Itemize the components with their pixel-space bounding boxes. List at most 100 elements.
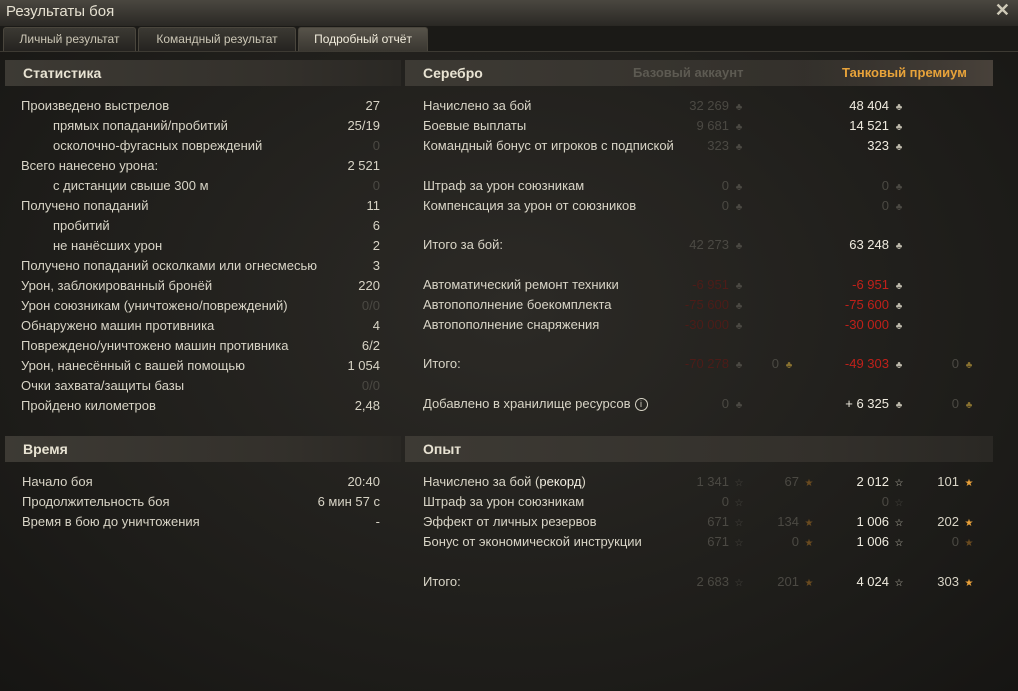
credits-icon: ♣: [735, 281, 743, 292]
silver-base-value: 32 269 ♣: [635, 96, 745, 118]
silver-prem-value: -75 600 ♣: [795, 295, 905, 317]
stats-value: 1 054: [347, 358, 380, 373]
credits-icon: ♣: [735, 202, 743, 213]
silver-base-value: -30 000 ♣: [635, 315, 745, 337]
tab-team-result[interactable]: Командный результат: [138, 27, 296, 51]
xp-row-total: Итого: 2 683 ☆ 201 ★ 4 024 ☆ 303 ★: [405, 572, 995, 592]
gold-icon: ♣: [965, 400, 973, 411]
silver-prem-value: 48 404 ♣: [795, 96, 905, 118]
credits-icon: ♣: [735, 301, 743, 312]
xp-base-value: 2 683 ☆: [635, 572, 745, 594]
xp-icon: ☆: [894, 578, 904, 589]
base-account-header: Базовый аккаунт: [633, 65, 744, 80]
stats-label: Урон, заблокированный бронёй: [21, 278, 213, 293]
silver-row-equipment: Автопополнение снаряжения -30 000 ♣ -30 0…: [405, 315, 995, 335]
silver-base-gold: 0 ♣: [745, 354, 795, 376]
time-value: -: [375, 514, 380, 529]
credits-icon: ♣: [895, 301, 903, 312]
stats-row-long-range: с дистанции свыше 300 м 0: [0, 176, 400, 196]
credits-icon: ♣: [735, 400, 743, 411]
tab-personal-result[interactable]: Личный результат: [3, 27, 136, 51]
stats-row-spotted: Обнаружено машин противника 4: [0, 316, 400, 336]
xp-base-value: 0 ☆: [635, 492, 745, 514]
stats-row-hits: прямых попаданий/пробитий 25/19: [0, 116, 400, 136]
xp-row-earned: Начислено за бой (рекорд) 1 341 ☆ 67 ★ 2 0…: [405, 472, 995, 492]
gold-icon: ♣: [965, 360, 973, 371]
close-icon[interactable]: ✕: [995, 0, 1010, 21]
stats-row-blocked: Урон, заблокированный бронёй 220: [0, 276, 400, 296]
silver-base-value: 42 273 ♣: [635, 235, 745, 257]
xp-icon: ☆: [734, 578, 744, 589]
stats-label: Урон союзникам (уничтожено/повреждений): [21, 298, 288, 313]
record-link[interactable]: рекорд: [539, 474, 581, 489]
xp-label: Эффект от личных резервов: [423, 514, 597, 529]
xp-icon: ☆: [734, 518, 744, 529]
silver-label: Итого за бой:: [423, 237, 504, 252]
silver-row-total: Итого: -70 278 ♣ 0 ♣ -49 303 ♣ 0 ♣: [405, 354, 995, 374]
stats-value: 0: [372, 178, 380, 193]
stats-value: 4: [372, 318, 380, 333]
stats-value: 2 521: [347, 158, 380, 173]
silver-row-battle-total: Итого за бой: 42 273 ♣ 63 248 ♣: [405, 235, 995, 255]
credits-icon: ♣: [895, 400, 903, 411]
silver-base-value: 323 ♣: [635, 136, 745, 158]
credits-icon: ♣: [895, 182, 903, 193]
xp-prem-value: 0 ☆: [795, 492, 905, 514]
xp-row-reserves: Эффект от личных резервов 671 ☆ 134 ★ 1 00…: [405, 512, 995, 532]
silver-base-value: 9 681 ♣: [635, 116, 745, 138]
silver-row-battle-pay: Боевые выплаты 9 681 ♣ 14 521 ♣: [405, 116, 995, 136]
xp-title: Опыт: [423, 441, 462, 457]
silver-row-compensation: Компенсация за урон от союзников 0 ♣ 0 ♣: [405, 196, 995, 216]
window-title: Результаты боя: [6, 3, 115, 20]
stats-value: 11: [366, 198, 381, 213]
xp-base-value: 671 ☆: [635, 512, 745, 534]
stats-label: Урон, нанесённый с вашей помощью: [21, 358, 245, 373]
credits-icon: ♣: [895, 142, 903, 153]
credits-icon: ♣: [735, 122, 743, 133]
credits-icon: ♣: [735, 102, 743, 113]
silver-label: Автоматический ремонт техники: [423, 277, 619, 292]
time-row-survival: Время в бою до уничтожения -: [0, 512, 400, 532]
tab-detailed-report[interactable]: Подробный отчёт: [298, 27, 428, 51]
stats-row-received: Получено попаданий 11: [0, 196, 400, 216]
stats-value: 6: [372, 218, 380, 233]
stats-label: прямых попаданий/пробитий: [53, 118, 228, 133]
stats-row-capture: Очки захвата/защиты базы 0/0: [0, 376, 400, 396]
time-label: Время в бою до уничтожения: [22, 514, 200, 529]
xp-label: Бонус от экономической инструкции: [423, 534, 642, 549]
report-content: Статистика Произведено выстрелов 27 прямы…: [0, 51, 1018, 691]
silver-label: Компенсация за урон от союзников: [423, 198, 637, 213]
stats-row-assist: Урон, нанесённый с вашей помощью 1 054: [0, 356, 400, 376]
silver-label: Итого:: [423, 356, 461, 371]
silver-base-value: 0 ♣: [635, 394, 745, 416]
window-titlebar: Результаты боя ✕: [0, 0, 1018, 26]
stats-row-shots: Произведено выстрелов 27: [0, 96, 400, 116]
credits-icon: ♣: [895, 321, 903, 332]
gold-icon: ♣: [785, 360, 793, 371]
free-xp-icon: ★: [964, 518, 974, 529]
silver-row-repair: Автоматический ремонт техники -6 951 ♣ -6…: [405, 275, 995, 295]
credits-icon: ♣: [735, 321, 743, 332]
silver-label: Боевые выплаты: [423, 118, 527, 133]
credits-icon: ♣: [735, 241, 743, 252]
silver-prem-value: 323 ♣: [795, 136, 905, 158]
time-title: Время: [23, 441, 68, 457]
stats-label: с дистанции свыше 300 м: [53, 178, 209, 193]
credits-icon: ♣: [895, 122, 903, 133]
stats-row-no-damage: не нанёсших урон 2: [0, 236, 400, 256]
stats-value: 220: [358, 278, 380, 293]
stats-label: Получено попаданий: [21, 198, 149, 213]
stats-label: Получено попаданий осколками или огнесме…: [21, 258, 317, 273]
credits-icon: ♣: [735, 142, 743, 153]
silver-label: Штраф за урон союзникам: [423, 178, 585, 193]
xp-label: Штраф за урон союзникам: [423, 494, 585, 509]
silver-label: Добавлено в хранилище ресурсов i: [423, 394, 648, 414]
free-xp-icon: ★: [964, 578, 974, 589]
time-value: 6 мин 57 с: [317, 494, 380, 509]
xp-icon: ☆: [894, 498, 904, 509]
silver-base-value: -70 278 ♣: [635, 354, 745, 376]
silver-header: Серебро Базовый аккаунт Танковый премиум: [405, 60, 993, 86]
xp-label: Итого:: [423, 574, 461, 589]
stats-label: осколочно-фугасных повреждений: [53, 138, 263, 153]
credits-icon: ♣: [895, 202, 903, 213]
